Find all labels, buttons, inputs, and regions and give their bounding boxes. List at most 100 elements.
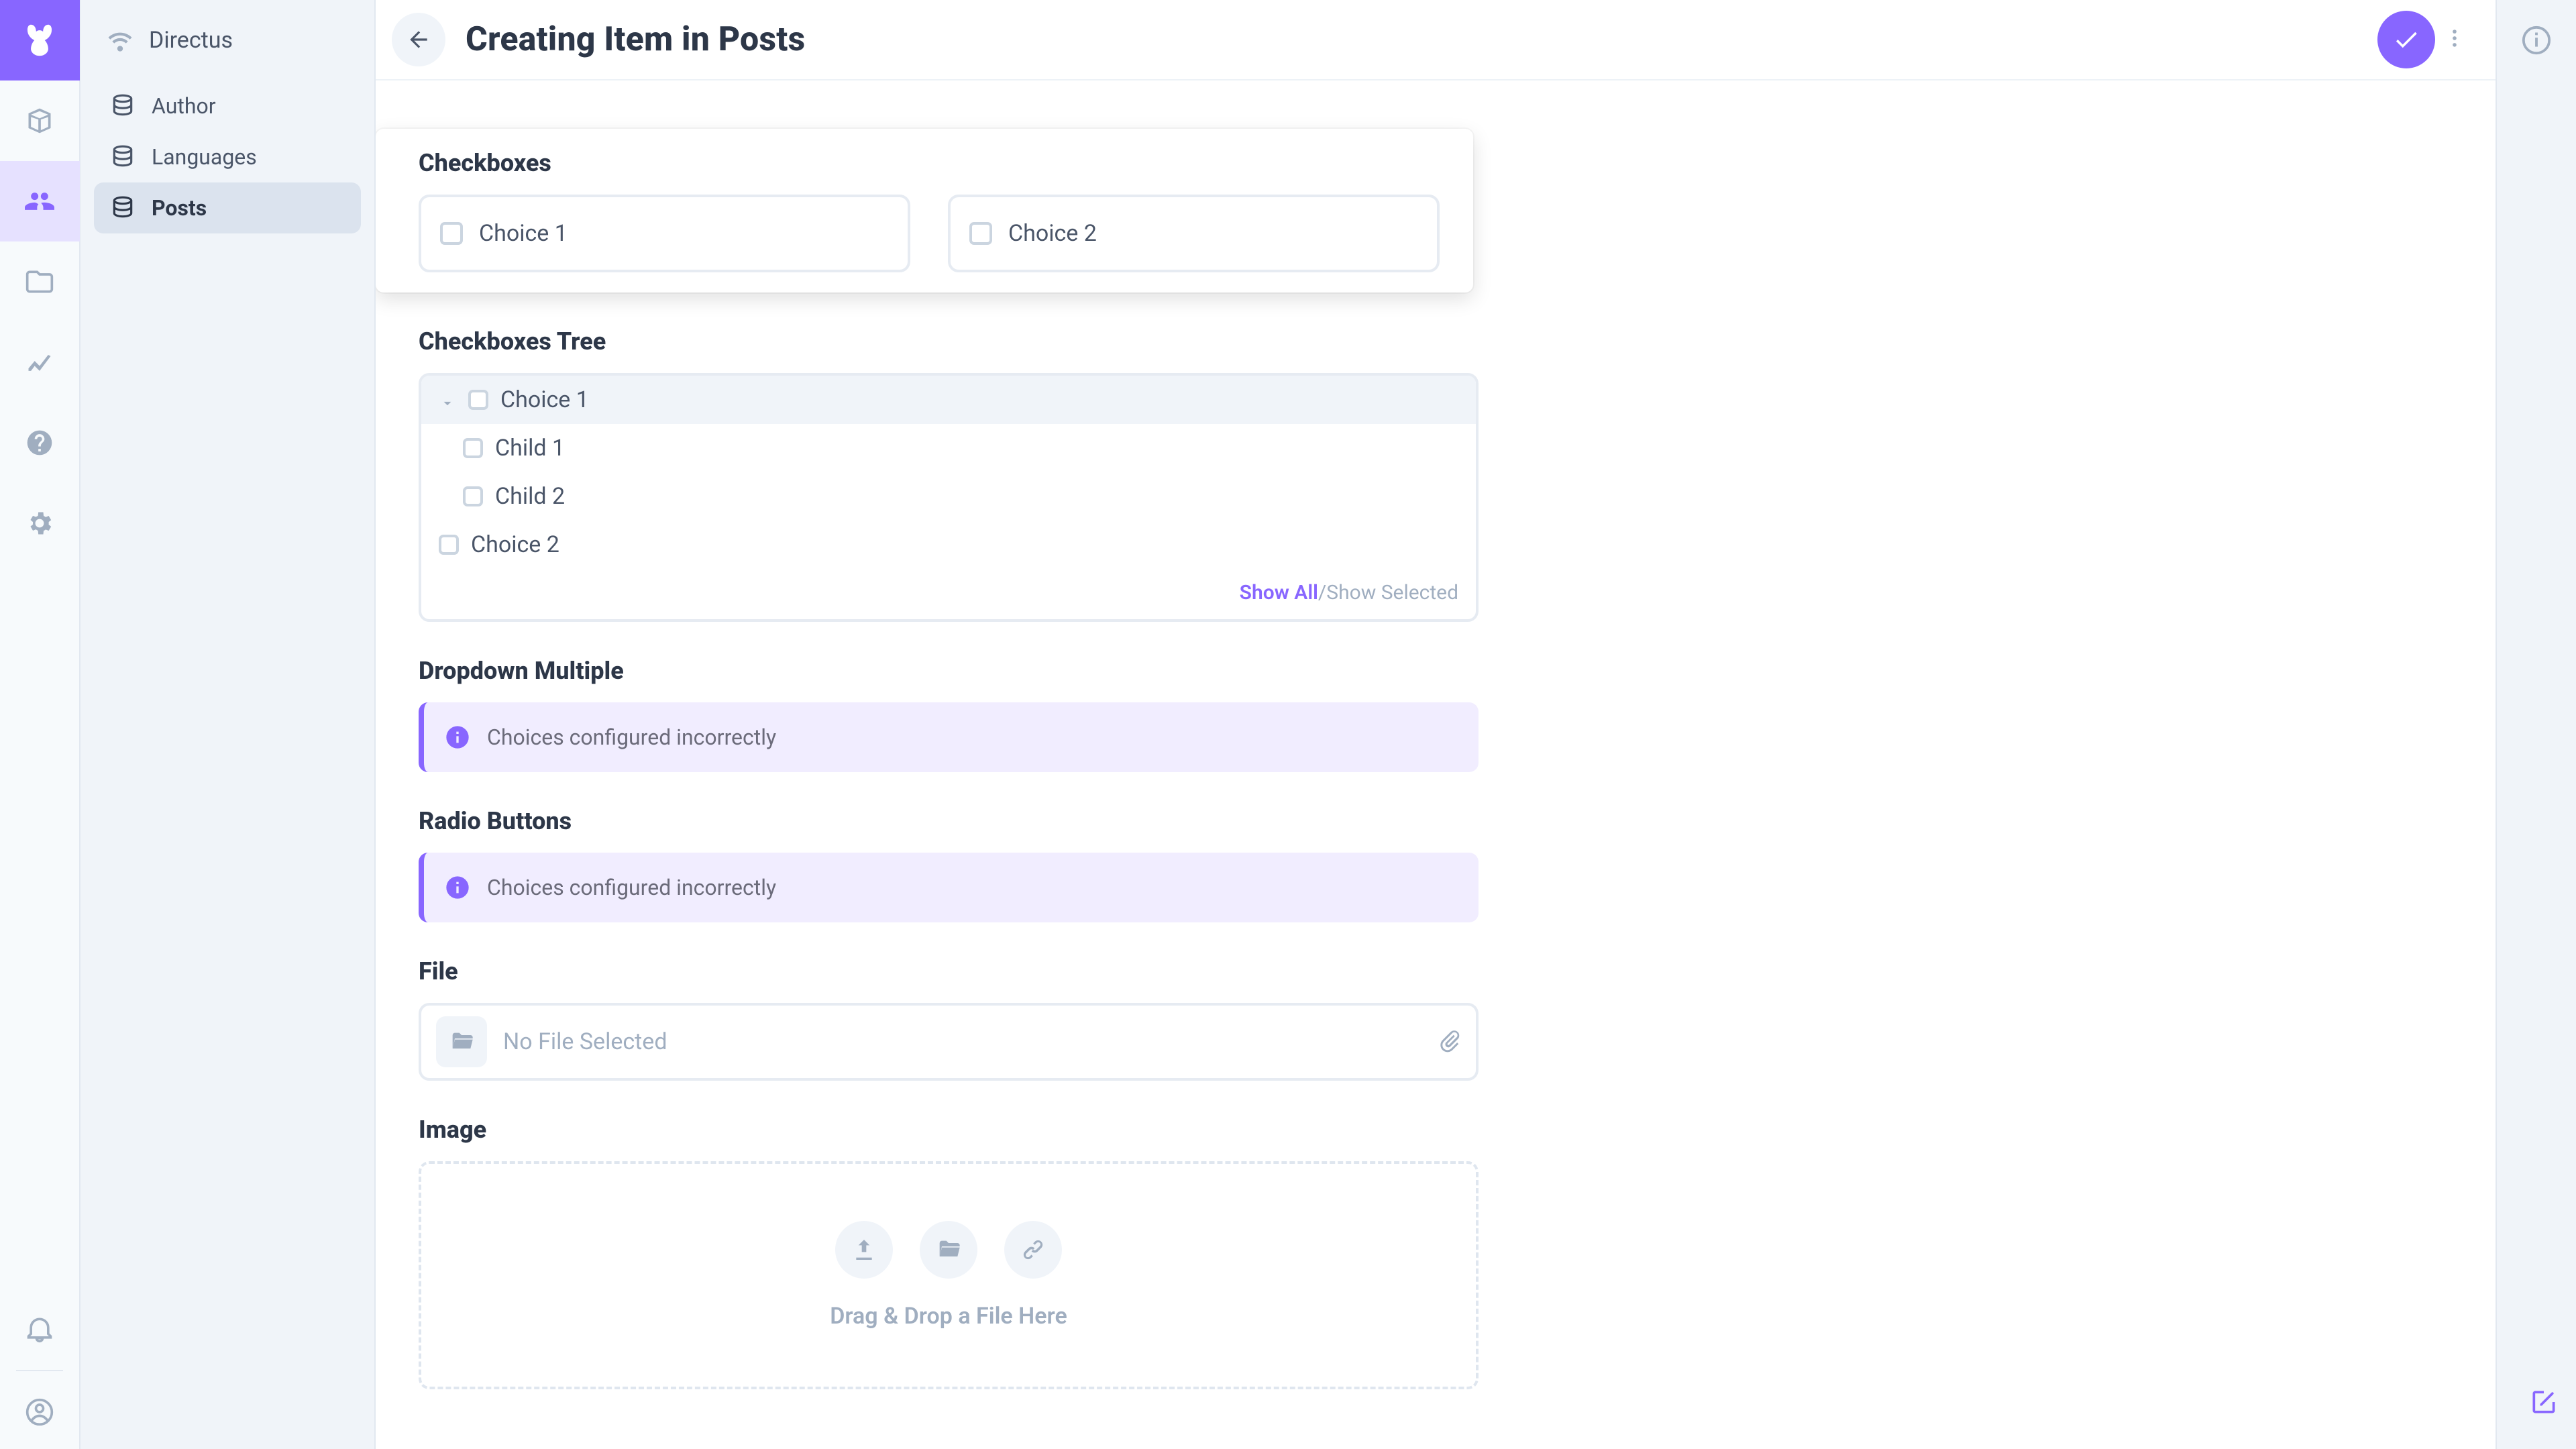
info-icon: [2521, 25, 2552, 56]
sidebar: Directus Author Languages Posts: [80, 0, 376, 1449]
more-menu-button[interactable]: [2443, 27, 2466, 52]
checkbox-label: Choice 1: [479, 220, 568, 247]
image-drop-buttons: [835, 1221, 1062, 1279]
checkbox-icon[interactable]: [969, 222, 992, 245]
check-icon: [2392, 25, 2420, 54]
nav-insights[interactable]: [0, 322, 80, 402]
app-logo[interactable]: [0, 0, 80, 80]
nav-files[interactable]: [0, 241, 80, 322]
bell-icon: [25, 1314, 54, 1344]
app-root: Directus Author Languages Posts Creating…: [0, 0, 2576, 1449]
database-icon: [110, 93, 136, 119]
tree-node-label: Choice 1: [500, 386, 589, 413]
file-placeholder: No File Selected: [503, 1028, 667, 1055]
box-icon: [25, 106, 54, 136]
checkbox-icon[interactable]: [439, 535, 459, 555]
section-title: File: [419, 957, 1476, 985]
help-circle-icon: [25, 428, 54, 458]
section-title: Radio Buttons: [419, 807, 1476, 835]
folder-open-icon: [448, 1028, 475, 1055]
infobar: [2496, 0, 2576, 1449]
sidebar-item-author[interactable]: Author: [94, 80, 361, 131]
main: Creating Item in Posts Checkboxes: [376, 0, 2496, 1449]
back-button[interactable]: [392, 13, 445, 66]
folder-icon: [25, 267, 54, 297]
file-input[interactable]: No File Selected: [419, 1003, 1479, 1081]
tree-show-selected-link[interactable]: Show Selected: [1326, 581, 1458, 604]
section-title: Checkboxes Tree: [419, 327, 1476, 356]
section-file: File No File Selected: [419, 922, 1476, 1081]
tree-footer: Show All / Show Selected: [421, 569, 1476, 604]
brand-name: Directus: [149, 27, 233, 54]
section-title: Checkboxes: [419, 149, 1440, 177]
checkbox-icon[interactable]: [440, 222, 463, 245]
section-checkboxes: Checkboxes Choice 1 Choice 2: [419, 107, 1476, 292]
info-sidebar-toggle[interactable]: [2496, 0, 2576, 80]
nav-rail-items: [0, 80, 79, 1292]
section-title: Dropdown Multiple: [419, 657, 1476, 685]
checkbox-choice-2[interactable]: Choice 2: [948, 195, 1440, 272]
info-circle-icon: [444, 724, 471, 751]
sidebar-item-label: Author: [152, 93, 216, 119]
pencil-box-icon: [2529, 1387, 2559, 1417]
sidebar-item-label: Posts: [152, 195, 207, 221]
form: Checkboxes Choice 1 Choice 2: [376, 107, 1476, 1389]
image-url-button[interactable]: [1004, 1221, 1062, 1279]
sidebar-item-languages[interactable]: Languages: [94, 131, 361, 182]
page-title: Creating Item in Posts: [466, 20, 805, 59]
nav-notifications[interactable]: [0, 1292, 80, 1366]
tree-node-child-2[interactable]: Child 2: [421, 472, 1476, 521]
tree-node-child-1[interactable]: Child 1: [421, 424, 1476, 472]
image-upload-button[interactable]: [835, 1221, 893, 1279]
form-scroll[interactable]: Checkboxes Choice 1 Choice 2: [376, 80, 2496, 1449]
tree-node-label: Child 1: [495, 435, 565, 462]
arrow-left-icon: [406, 27, 431, 52]
image-drop-hint: Drag & Drop a File Here: [830, 1303, 1067, 1330]
edit-model-button[interactable]: [2529, 1387, 2559, 1419]
paperclip-icon: [1437, 1028, 1461, 1053]
wifi-icon: [103, 23, 137, 57]
sidebar-item-label: Languages: [152, 144, 257, 170]
tree-node-label: Choice 2: [471, 531, 559, 558]
insights-icon: [25, 347, 54, 377]
link-icon: [1020, 1236, 1046, 1263]
nav-account[interactable]: [0, 1375, 80, 1449]
checkbox-icon[interactable]: [463, 486, 483, 506]
sidebar-item-posts[interactable]: Posts: [94, 182, 361, 233]
database-icon: [110, 195, 136, 221]
folder-open-icon: [935, 1236, 962, 1263]
image-dropzone[interactable]: Drag & Drop a File Here: [419, 1161, 1479, 1389]
tree-node-choice-2[interactable]: Choice 2: [421, 521, 1476, 569]
file-folder-button[interactable]: [436, 1016, 487, 1067]
checkbox-icon[interactable]: [463, 438, 483, 458]
tree-show-all-link[interactable]: Show All: [1240, 581, 1318, 604]
nav-rail: [0, 0, 80, 1449]
tree-node-label: Child 2: [495, 483, 565, 510]
config-warning: Choices configured incorrectly: [419, 853, 1479, 922]
sidebar-brand[interactable]: Directus: [80, 0, 374, 80]
checkbox-choice-1[interactable]: Choice 1: [419, 195, 910, 272]
section-checkboxes-tree: Checkboxes Tree Choice 1 Child 1: [419, 292, 1476, 622]
section-checkboxes-card: Checkboxes Choice 1 Choice 2: [376, 129, 1473, 292]
config-warning: Choices configured incorrectly: [419, 702, 1479, 772]
nav-settings[interactable]: [0, 483, 80, 564]
checkbox-label: Choice 2: [1008, 220, 1097, 247]
file-attach-button[interactable]: [1437, 1028, 1461, 1055]
tree-box: Choice 1 Child 1 Child 2 Choice 2: [419, 373, 1479, 622]
nav-collections[interactable]: [0, 80, 80, 161]
section-image: Image Drag: [419, 1081, 1476, 1389]
nav-users[interactable]: [0, 161, 80, 241]
nav-docs[interactable]: [0, 402, 80, 483]
checkbox-icon[interactable]: [468, 390, 488, 410]
kebab-icon: [2443, 27, 2466, 50]
database-icon: [110, 144, 136, 170]
account-circle-icon: [25, 1397, 54, 1427]
image-library-button[interactable]: [920, 1221, 977, 1279]
topbar: Creating Item in Posts: [376, 0, 2496, 80]
section-dropdown-multiple: Dropdown Multiple Choices configured inc…: [419, 622, 1476, 772]
save-button[interactable]: [2377, 11, 2435, 68]
tree-node-choice-1[interactable]: Choice 1: [421, 376, 1476, 424]
section-title: Image: [419, 1116, 1476, 1144]
chevron-down-icon[interactable]: [439, 391, 456, 409]
section-radio-buttons: Radio Buttons Choices configured incorre…: [419, 772, 1476, 922]
